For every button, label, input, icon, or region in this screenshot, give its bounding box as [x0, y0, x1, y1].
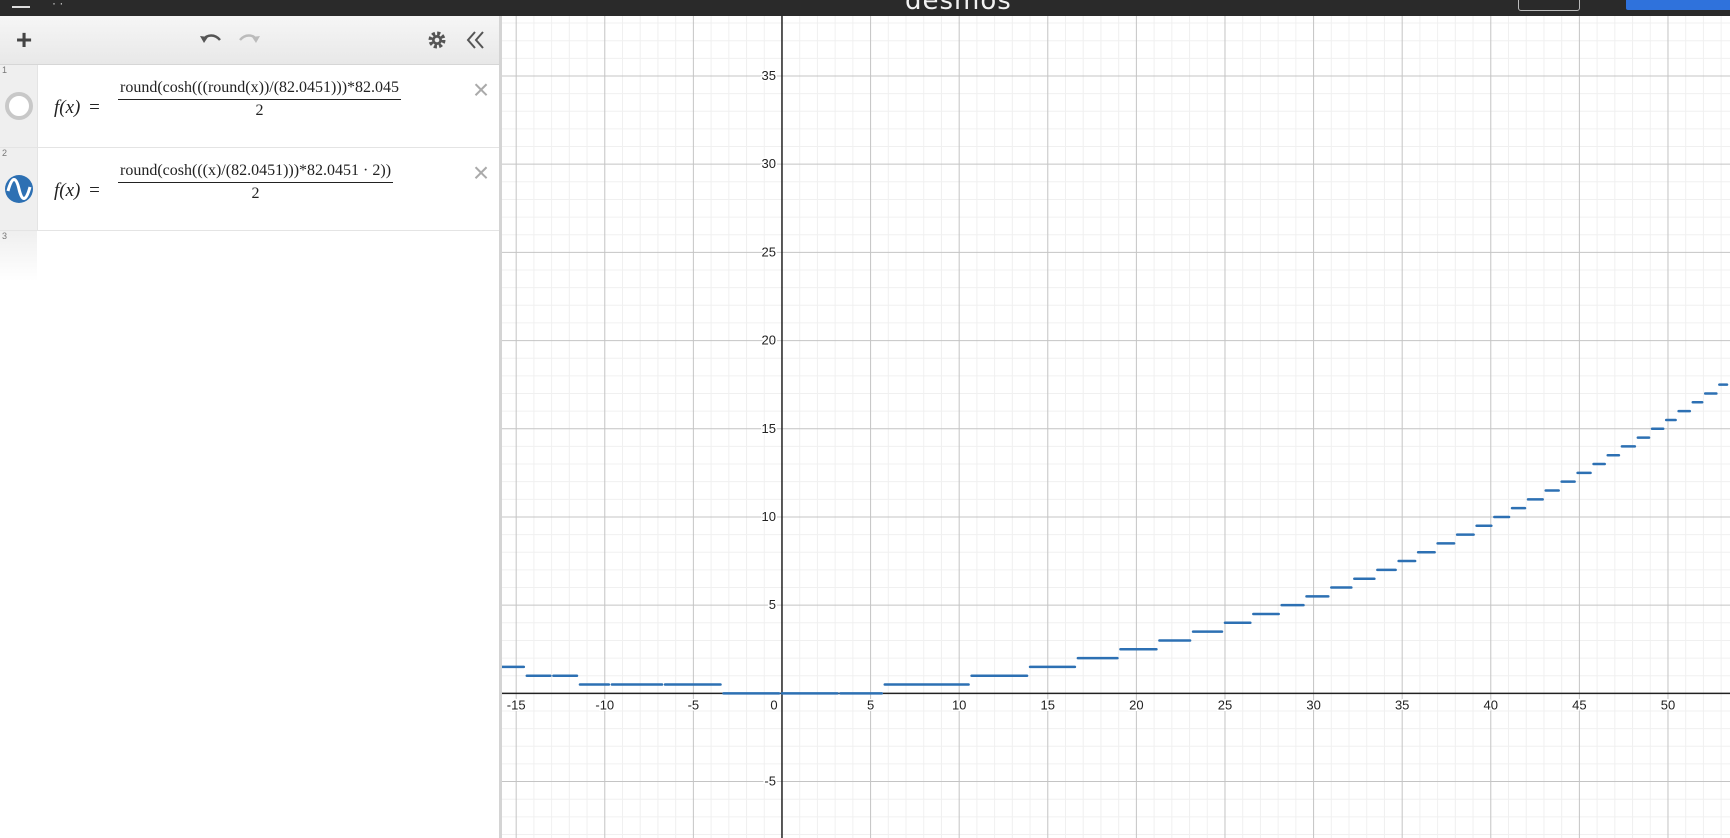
x-tick-label: 25: [1218, 697, 1232, 712]
expression-formula[interactable]: f(x) = round(cosh(((round(x))/(82.0451))…: [54, 79, 464, 135]
y-tick-label: 10: [762, 509, 776, 524]
account-button[interactable]: [1518, 0, 1580, 11]
function-name: f(x): [54, 180, 81, 201]
expression-number: 1: [2, 65, 8, 75]
dots-icon[interactable]: · ·: [52, 0, 63, 10]
x-tick-label: 40: [1484, 697, 1498, 712]
wave-graph-icon[interactable]: [4, 174, 34, 204]
x-tick-label: 0: [770, 697, 777, 712]
expression-gutter: 3: [0, 231, 37, 281]
double-chevron-left-icon[interactable]: [462, 24, 490, 56]
hamburger-menu-icon[interactable]: [12, 0, 30, 8]
hidden-graph-circle-icon[interactable]: [4, 91, 34, 121]
expression-gutter: 2: [0, 148, 38, 230]
expression-toolbar: +: [0, 16, 499, 65]
new-expression-row[interactable]: 3: [0, 231, 499, 281]
expression-formula[interactable]: f(x) = round(cosh(((x)/(82.0451)))*82.04…: [54, 162, 464, 218]
y-tick-label: 20: [762, 333, 776, 348]
expression-gutter: 1: [0, 65, 38, 147]
x-tick-label: 10: [952, 697, 966, 712]
x-tick-label: 30: [1306, 697, 1320, 712]
undo-icon[interactable]: [196, 24, 226, 56]
expression-list: + 1 f(x) = round(cosh(((round(x))/(82.04…: [0, 16, 499, 838]
formula-numerator: round(cosh(((x)/(82.0451)))*82.0451 · 2)…: [118, 162, 394, 183]
y-tick-label: 35: [762, 68, 776, 83]
x-tick-label: 20: [1129, 697, 1143, 712]
gear-icon[interactable]: [422, 24, 452, 56]
function-name: f(x): [54, 97, 81, 118]
y-tick-label: -5: [764, 774, 776, 789]
expression-row[interactable]: 1 f(x) = round(cosh(((round(x))/(82.0451…: [0, 65, 499, 148]
share-button[interactable]: [1626, 0, 1730, 10]
graph-paper[interactable]: -15 -10 -5 0 5 10 15 20 25 30 35 40 45 50 -5 5 10 15 20 25 3…: [499, 16, 1730, 838]
y-tick-label: 5: [769, 597, 776, 612]
redo-icon[interactable]: [234, 24, 264, 56]
y-tick-label: 15: [762, 421, 776, 436]
x-tick-label: -5: [688, 697, 700, 712]
formula-denominator: 2: [251, 185, 260, 202]
y-tick-label: 30: [762, 156, 776, 171]
app-title: desmos: [905, 0, 1012, 16]
close-icon[interactable]: ×: [470, 76, 492, 104]
x-tick-label: 35: [1395, 697, 1409, 712]
formula-numerator: round(cosh(((round(x))/(82.0451)))*82.04…: [118, 79, 402, 100]
expression-number: 2: [2, 148, 8, 158]
expression-row[interactable]: 2 f(x) = round(cosh(((x)/(82.0451)))*82.…: [0, 148, 499, 231]
plus-icon[interactable]: +: [8, 24, 40, 56]
x-tick-label: 5: [867, 697, 874, 712]
x-tick-label: 50: [1661, 697, 1675, 712]
grid: [502, 16, 1730, 838]
top-bar: · · desmos: [0, 0, 1730, 16]
x-tick-label: 15: [1041, 697, 1055, 712]
formula-denominator: 2: [255, 102, 264, 119]
plotted-curve: [502, 383, 1729, 695]
y-tick-label: 25: [762, 244, 776, 259]
graph-canvas[interactable]: -15 -10 -5 0 5 10 15 20 25 30 35 40 45 50 -5 5 10 15 20 25 3…: [502, 16, 1730, 838]
axes: [502, 16, 1730, 838]
x-tick-label: -10: [595, 697, 614, 712]
x-tick-label: 45: [1572, 697, 1586, 712]
x-tick-label: -15: [507, 697, 526, 712]
expression-number: 3: [2, 231, 8, 241]
close-icon[interactable]: ×: [470, 159, 492, 187]
